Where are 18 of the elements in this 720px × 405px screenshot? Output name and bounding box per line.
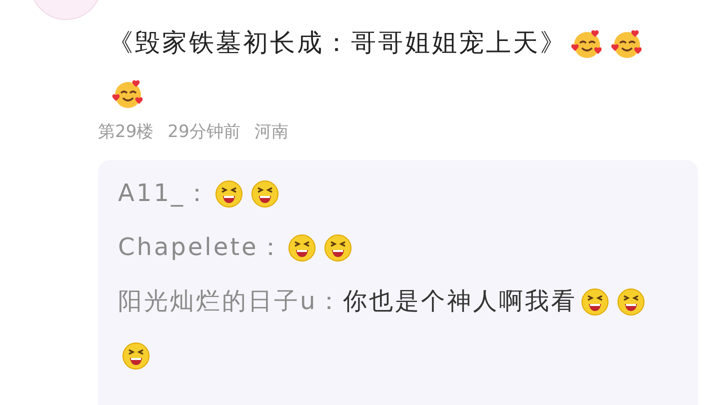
post-meta: 河南 — [254, 122, 288, 142]
laughing-face-icon — [581, 288, 610, 316]
post-title: 《毁家铁墓初长成：哥哥姐姐宠上天》 — [108, 28, 567, 57]
reply-author[interactable]: 阳光灿烂的日子u： — [118, 287, 344, 315]
reply-text: 你也是个神人啊我看 — [343, 287, 578, 315]
post-meta: 第29楼 — [98, 122, 154, 142]
laughing-face-icon — [324, 234, 352, 262]
laughing-face-icon — [214, 180, 243, 208]
reply-author[interactable]: A11_： — [118, 179, 211, 207]
laughing-face-icon — [617, 288, 646, 316]
post-meta: 29分钟前 — [168, 122, 240, 142]
laughing-face-icon — [122, 342, 150, 370]
smiling-face-with-hearts-icon — [571, 28, 603, 60]
smiling-face-with-hearts-icon — [112, 78, 144, 110]
reply-author[interactable]: Chapelete： — [118, 233, 284, 261]
smiling-face-with-hearts-icon — [611, 28, 643, 60]
laughing-face-icon — [250, 180, 279, 208]
laughing-face-icon — [288, 234, 316, 262]
